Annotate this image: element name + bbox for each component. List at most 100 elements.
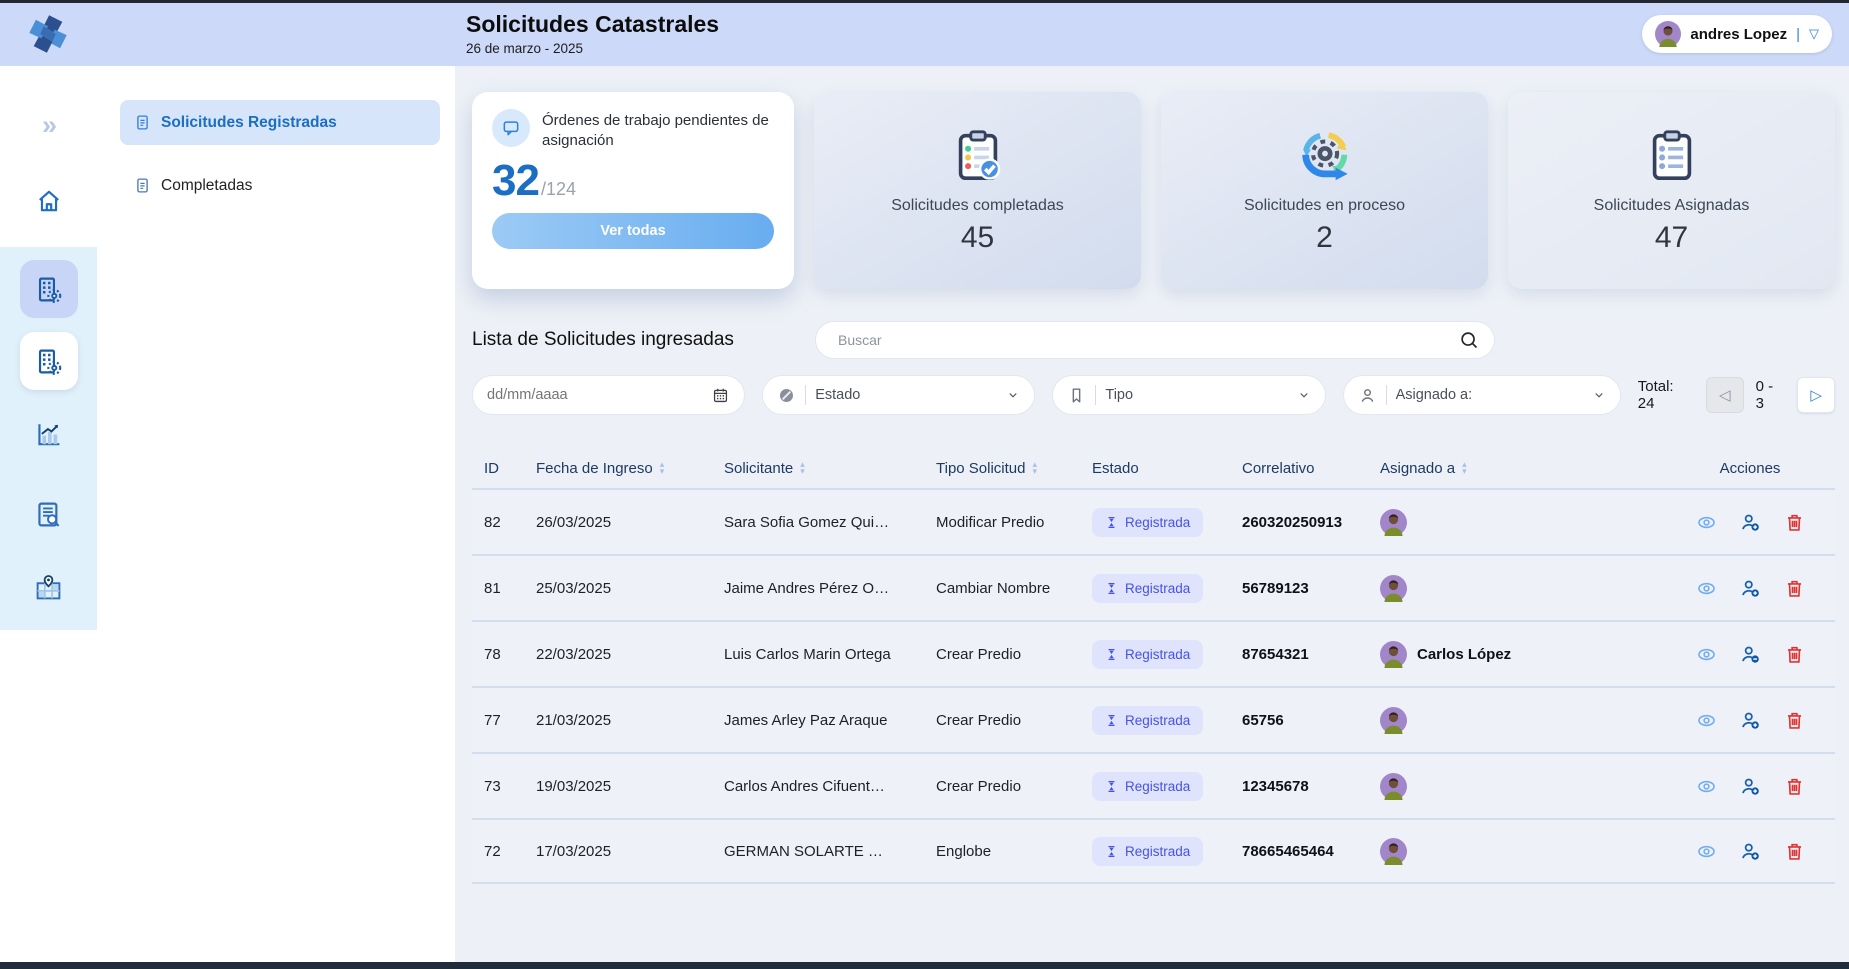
rail-item-solicitudes[interactable]: [0, 332, 97, 390]
rail-item-reportes[interactable]: [0, 420, 97, 449]
status-circle-icon: [777, 386, 796, 405]
status-badge: Registrada: [1092, 706, 1203, 735]
cell-estado: Registrada: [1080, 706, 1230, 735]
table-row: 77 21/03/2025 James Arley Paz Araque Cre…: [472, 686, 1835, 752]
rail-item-home[interactable]: [0, 188, 97, 214]
cell-correlativo: 12345678: [1230, 778, 1368, 795]
table-row: 72 17/03/2025 GERMAN SOLARTE … Englobe R…: [472, 818, 1835, 884]
view-eye-icon[interactable]: [1696, 644, 1717, 665]
next-page-button[interactable]: ▷: [1797, 377, 1835, 413]
nav-item-solicitudes-registradas[interactable]: Solicitudes Registradas: [120, 100, 440, 145]
sort-arrows-icon[interactable]: ▴▾: [800, 461, 805, 475]
divider: [1095, 385, 1096, 405]
cell-correlativo: 87654321: [1230, 646, 1368, 663]
search-input[interactable]: [838, 332, 1458, 348]
summary-cards: Órdenes de trabajo pendientes de asignac…: [472, 92, 1835, 289]
cell-estado: Registrada: [1080, 837, 1230, 866]
assign-user-icon[interactable]: [1740, 710, 1761, 731]
cell-correlativo: 56789123: [1230, 580, 1368, 597]
delete-trash-icon[interactable]: [1784, 512, 1805, 533]
active-rail-button[interactable]: [20, 260, 78, 318]
rail-item-solicitudes-active[interactable]: [0, 260, 97, 318]
unassign-user-icon[interactable]: [1740, 644, 1761, 665]
assign-user-icon[interactable]: [1740, 841, 1761, 862]
nav-panel: Solicitudes Registradas Completadas: [97, 66, 455, 962]
cell-id: 81: [472, 580, 524, 597]
chevron-down-icon[interactable]: ▽: [1809, 26, 1819, 42]
tipo-select-label: Tipo: [1105, 387, 1287, 403]
view-eye-icon[interactable]: [1696, 841, 1717, 862]
view-eye-icon[interactable]: [1696, 710, 1717, 731]
delete-trash-icon[interactable]: [1784, 841, 1805, 862]
total-count-label: Total: 24: [1638, 378, 1694, 412]
assign-user-icon[interactable]: [1740, 578, 1761, 599]
page-title: Solicitudes Catastrales: [466, 11, 719, 38]
delete-trash-icon[interactable]: [1784, 710, 1805, 731]
col-tipo: Tipo Solicitud ▴▾: [924, 460, 1080, 477]
status-badge: Registrada: [1092, 772, 1203, 801]
tipo-select[interactable]: Tipo: [1052, 375, 1325, 415]
pending-card-head: Órdenes de trabajo pendientes de asignac…: [492, 109, 774, 152]
cell-correlativo: 260320250913: [1230, 514, 1368, 531]
document-icon: [134, 114, 151, 131]
sort-arrows-icon[interactable]: ▴▾: [1462, 461, 1467, 475]
search-icon[interactable]: [1458, 329, 1480, 351]
delete-trash-icon[interactable]: [1784, 578, 1805, 599]
cell-acciones: [1665, 578, 1835, 599]
chevron-down-icon: [1592, 388, 1606, 402]
process-cycle-gear-icon: [1296, 127, 1354, 185]
estado-select-label: Estado: [815, 387, 997, 403]
stat-label: Solicitudes completadas: [891, 197, 1064, 215]
delete-trash-icon[interactable]: [1784, 644, 1805, 665]
cell-fecha: 21/03/2025: [524, 712, 712, 729]
assign-user-icon[interactable]: [1740, 776, 1761, 797]
nav-item-label: Solicitudes Registradas: [161, 114, 337, 132]
view-eye-icon[interactable]: [1696, 776, 1717, 797]
search-bar[interactable]: [815, 321, 1495, 359]
assign-user-icon[interactable]: [1740, 512, 1761, 533]
cell-solicitante: GERMAN SOLARTE …: [712, 843, 924, 860]
stat-label: Solicitudes en proceso: [1244, 197, 1405, 215]
bookmark-icon: [1067, 386, 1086, 405]
view-eye-icon[interactable]: [1696, 512, 1717, 533]
hourglass-icon: [1105, 582, 1118, 595]
nav-item-completadas[interactable]: Completadas: [120, 163, 440, 208]
clipboard-list-icon: [1643, 127, 1701, 185]
asignado-select[interactable]: Asignado a:: [1343, 375, 1621, 415]
cell-id: 72: [472, 843, 524, 860]
stat-label: Solicitudes Asignadas: [1594, 197, 1750, 215]
cell-asignado: Carlos López: [1368, 641, 1665, 668]
view-eye-icon[interactable]: [1696, 578, 1717, 599]
cell-tipo: Crear Predio: [924, 778, 1080, 795]
cell-estado: Registrada: [1080, 640, 1230, 669]
table-row: 82 26/03/2025 Sara Sofia Gomez Qui… Modi…: [472, 488, 1835, 554]
list-title: Lista de Solicitudes ingresadas: [472, 329, 815, 351]
cell-tipo: Crear Predio: [924, 646, 1080, 663]
user-menu[interactable]: andres Lopez | ▽: [1642, 15, 1832, 53]
sort-arrows-icon[interactable]: ▴▾: [1033, 461, 1038, 475]
cell-id: 73: [472, 778, 524, 795]
date-input[interactable]: [487, 387, 702, 403]
prev-page-button[interactable]: ◁: [1706, 377, 1744, 413]
cell-asignado: [1368, 838, 1665, 865]
delete-trash-icon[interactable]: [1784, 776, 1805, 797]
estado-select[interactable]: Estado: [762, 375, 1035, 415]
stat-value: 45: [961, 221, 994, 255]
cell-tipo: Englobe: [924, 843, 1080, 860]
date-filter[interactable]: [472, 375, 745, 415]
calendar-icon[interactable]: [711, 386, 730, 405]
sidebar-expand-button[interactable]: »: [0, 110, 97, 141]
rail-item-documentos[interactable]: [0, 500, 97, 529]
cell-acciones: [1665, 710, 1835, 731]
rail-item-mapa[interactable]: [0, 573, 97, 602]
sort-arrows-icon[interactable]: ▴▾: [660, 461, 665, 475]
rail-button[interactable]: [20, 332, 78, 390]
assignee-avatar: [1380, 838, 1407, 865]
pending-count-row: 32 /124: [492, 156, 774, 206]
pending-count: 32: [492, 156, 539, 206]
document-icon: [134, 177, 151, 194]
hourglass-icon: [1105, 845, 1118, 858]
cell-asignado: [1368, 509, 1665, 536]
ver-todas-button[interactable]: Ver todas: [492, 213, 774, 249]
stat-value: 47: [1655, 221, 1688, 255]
